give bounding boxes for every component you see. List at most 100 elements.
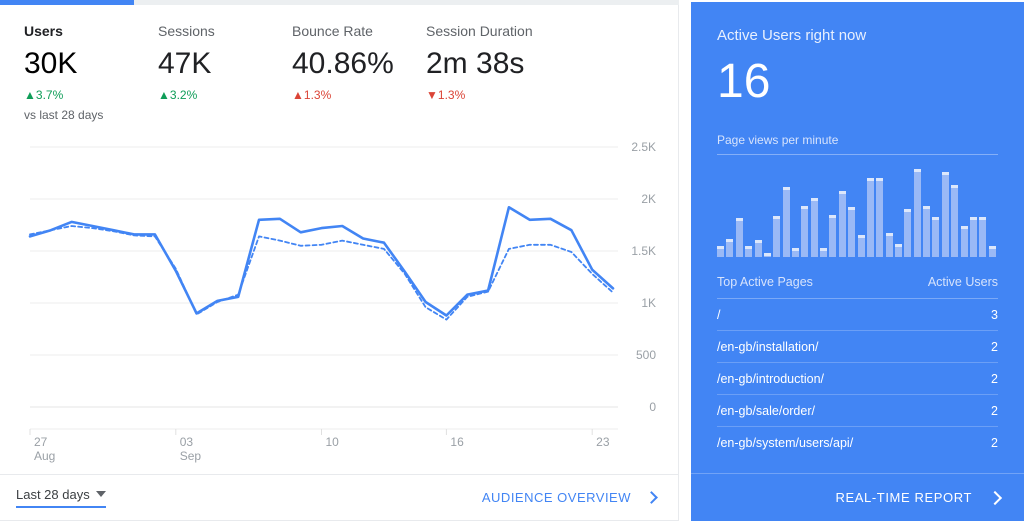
realtime-report-label[interactable]: REAL-TIME REPORT — [836, 490, 973, 505]
y-axis-tick-label: 1.5K — [631, 244, 656, 258]
bar-cap — [763, 253, 771, 256]
bar — [876, 177, 884, 257]
table-row[interactable]: /en-gb/introduction/2 — [717, 363, 998, 395]
metric-delta: ▲1.3% — [292, 87, 402, 103]
page-active-users: 2 — [991, 372, 998, 386]
page-active-users: 2 — [991, 436, 998, 450]
x-axis-tick-label: 10 — [325, 435, 339, 449]
realtime-title: Active Users right now — [717, 27, 867, 44]
top-active-pages-table: Top Active Pages Active Users /3/en-gb/i… — [717, 275, 998, 458]
bar — [895, 244, 902, 257]
bar — [969, 216, 977, 257]
arrow-up-icon: ▲ — [158, 88, 170, 102]
bar-cap — [951, 185, 959, 189]
metric-card-session-duration[interactable]: Session Duration 2m 38s ▼1.3% — [402, 22, 562, 123]
bar-cap — [717, 246, 724, 249]
bar-cap — [782, 187, 790, 191]
metric-value: 2m 38s — [426, 47, 525, 80]
metric-card-bounce-rate[interactable]: Bounce Rate 40.86% ▲1.3% — [268, 22, 402, 123]
bar — [735, 218, 743, 257]
metric-value: 40.86% — [292, 47, 394, 80]
page-path: /en-gb/installation/ — [717, 340, 819, 354]
bar — [932, 216, 940, 257]
bar-cap — [857, 234, 865, 238]
bar — [754, 240, 762, 257]
metric-delta-value: 3.2% — [169, 88, 198, 102]
metric-delta: ▲3.7% — [24, 87, 134, 103]
y-axis-tick-label: 500 — [635, 348, 656, 362]
arrow-up-icon: ▲ — [292, 88, 304, 102]
bar — [829, 214, 837, 257]
metric-delta-value: 1.3% — [437, 88, 466, 102]
x-axis-tick-label: 03 Sep — [179, 435, 202, 463]
x-axis-tick-label: 23 — [596, 435, 610, 449]
page-active-users: 2 — [991, 404, 998, 418]
tab-indicator-active — [0, 0, 134, 5]
bar — [951, 185, 959, 257]
y-axis-tick-label: 2.5K — [631, 140, 656, 154]
table-row[interactable]: /en-gb/system/users/api/2 — [717, 427, 998, 458]
realtime-card: Active Users right now 16 Page views per… — [691, 2, 1024, 521]
audience-overview-label: AUDIENCE OVERVIEW — [481, 490, 631, 505]
table-row[interactable]: /3 — [717, 299, 998, 331]
page-active-users: 3 — [991, 308, 998, 322]
bar — [782, 187, 790, 257]
bar-cap — [829, 214, 837, 218]
table-row[interactable]: /en-gb/installation/2 — [717, 331, 998, 363]
audience-overview-link[interactable]: AUDIENCE OVERVIEW — [481, 490, 658, 505]
y-axis-tick-label: 2K — [641, 192, 656, 206]
metric-label: Session Duration — [426, 23, 533, 39]
bar-cap — [923, 205, 931, 209]
chevron-right-icon — [987, 490, 1003, 505]
bar — [820, 247, 827, 257]
realtime-footer: REAL-TIME REPORT — [691, 473, 1024, 521]
chevron-right-icon — [645, 491, 658, 504]
bar — [979, 216, 987, 257]
column-header-users: Active Users — [927, 275, 998, 289]
users-line-chart: 0 500 1K 1.5K 2K 2.5K 27 Aug 03 Sep 10 16 23 — [0, 129, 678, 474]
bar — [726, 238, 734, 257]
metric-delta: ▼1.3% — [426, 87, 562, 103]
bar — [904, 209, 912, 257]
sparkline-label: Page views per minute — [717, 133, 839, 147]
metric-card-sessions[interactable]: Sessions 47K ▲3.2% — [134, 22, 268, 123]
page-path: / — [717, 308, 721, 322]
bar — [960, 225, 968, 257]
metric-label: Sessions — [158, 23, 215, 39]
bar-cap — [876, 177, 884, 181]
arrow-up-icon: ▲ — [24, 88, 36, 102]
audience-overview-card: Users 30K ▲3.7% vs last 28 days Sessions… — [0, 0, 679, 521]
bar-cap — [960, 225, 968, 229]
arrow-down-icon: ▼ — [426, 88, 438, 102]
table-row[interactable]: /en-gb/sale/order/2 — [717, 395, 998, 427]
bar — [810, 198, 818, 257]
pageviews-bar-chart — [717, 161, 998, 257]
bar-cap — [735, 218, 743, 222]
metric-delta-value: 1.3% — [303, 88, 332, 102]
active-users-count: 16 — [717, 55, 771, 108]
bar-cap — [904, 209, 912, 213]
date-range-label: Last 28 days — [16, 487, 90, 502]
metric-comparison-label: vs last 28 days — [24, 108, 104, 122]
page-path: /en-gb/sale/order/ — [717, 404, 815, 418]
bar-cap — [941, 172, 949, 176]
bar-cap — [754, 240, 762, 244]
page-active-users: 2 — [991, 340, 998, 354]
metric-card-users[interactable]: Users 30K ▲3.7% vs last 28 days — [0, 22, 134, 123]
bar — [913, 168, 921, 257]
date-range-selector[interactable]: Last 28 days — [16, 487, 106, 508]
x-axis-tick-label: 16 — [450, 435, 464, 449]
metrics-row: Users 30K ▲3.7% vs last 28 days Sessions… — [0, 0, 678, 123]
bar-cap — [969, 216, 977, 220]
bar — [923, 205, 931, 257]
bar-cap — [895, 244, 902, 248]
bar — [838, 190, 846, 257]
bar — [773, 215, 781, 257]
line-chart-svg — [28, 146, 618, 435]
bar-cap — [988, 246, 996, 249]
bar-cap — [726, 238, 734, 242]
analytics-dashboard: Users 30K ▲3.7% vs last 28 days Sessions… — [0, 0, 1024, 521]
bar — [763, 253, 771, 257]
metric-value: 30K — [24, 47, 78, 80]
card-footer: Last 28 days AUDIENCE OVERVIEW — [0, 474, 678, 520]
